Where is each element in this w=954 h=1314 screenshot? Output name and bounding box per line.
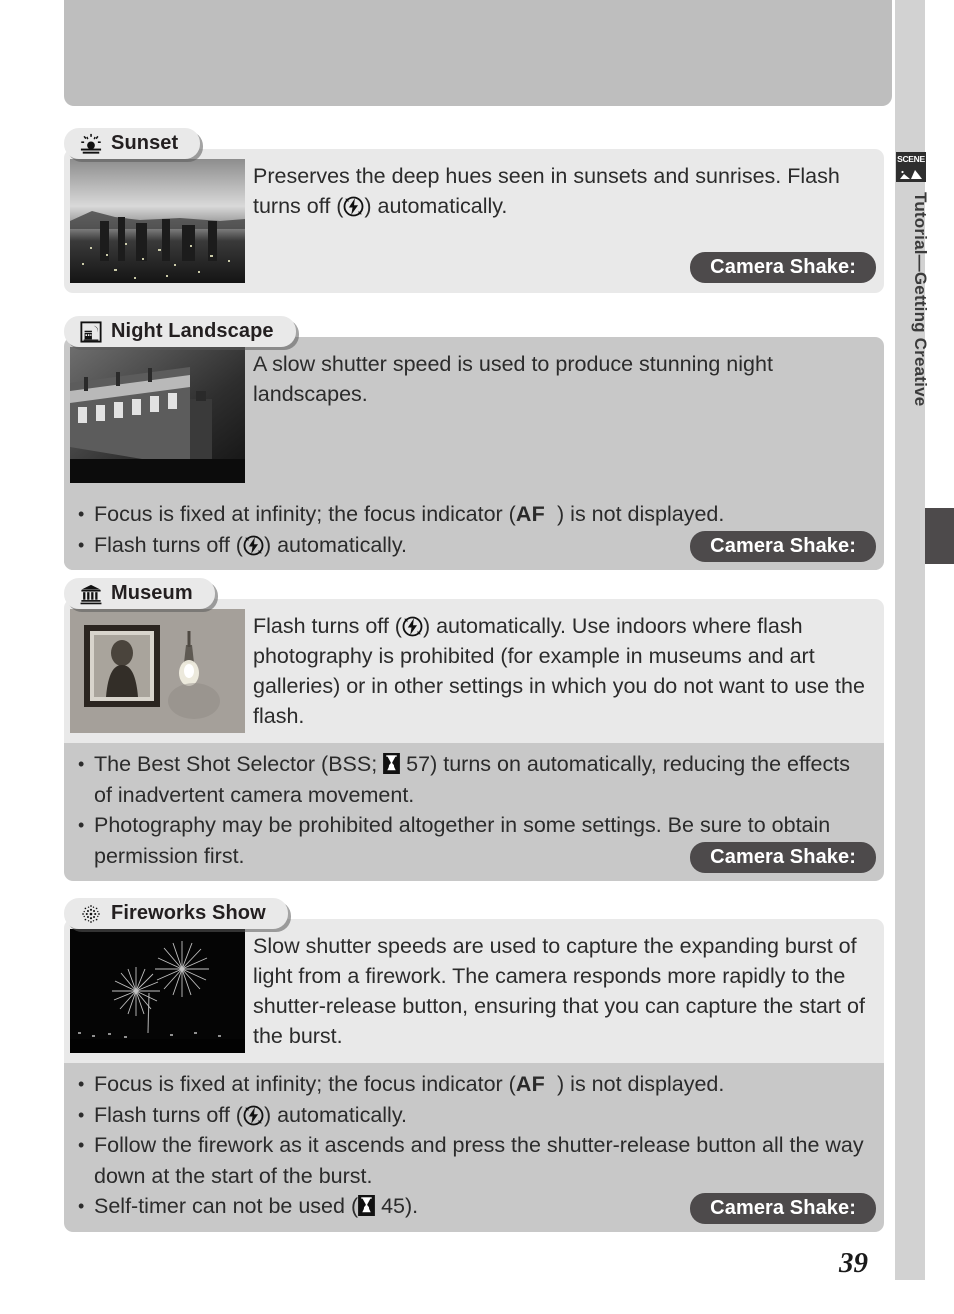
sunset-icon	[80, 133, 102, 154]
bullet-item: Flash turns off ( ) automatically.	[76, 1100, 872, 1131]
text-run: ) automatically.	[263, 1102, 407, 1127]
section-title: Museum	[111, 582, 193, 604]
museum-icon	[80, 584, 102, 604]
section-panel: A slow shutter speed is used to produce …	[64, 337, 884, 570]
section-title: Sunset	[111, 132, 179, 154]
page-number: 39	[839, 1247, 868, 1279]
section-thumbnail	[70, 159, 245, 283]
thumbnail-image	[70, 609, 245, 733]
description-row: Flash turns off ( ) automatically. Use i…	[64, 599, 884, 743]
fireworks-icon	[82, 904, 100, 923]
section-thumbnail	[70, 929, 245, 1053]
text-run: Focus is fixed at infinity; the focus in…	[94, 1072, 516, 1096]
section-header: Night Landscape	[64, 316, 884, 351]
bullet-item: Focus is fixed at infinity; the focus in…	[76, 499, 872, 530]
night-landscape-icon	[80, 320, 102, 343]
scene-mode-section-museum: Museum Flash turns off () automatically…	[64, 578, 884, 881]
section-thumbnail	[70, 609, 245, 733]
scene-mode-section-night-landscape: Night Landscape A slow shutter speed is …	[64, 316, 884, 570]
camera-shake-badge[interactable]: Camera Shake:	[690, 531, 876, 562]
night-landscape-icon	[80, 320, 102, 343]
side-tab-label: Tutorial—Getting Creative	[911, 192, 930, 407]
section-header-pill[interactable]: Museum	[64, 578, 215, 609]
museum-icon	[80, 583, 102, 605]
top-gray-block	[64, 0, 892, 106]
sunset-icon	[80, 133, 102, 155]
bullet-item: The Best Shot Selector (BSS; 57) turns o…	[76, 749, 872, 810]
scene-mode-icon: SCENE	[896, 152, 926, 182]
text-run: Self-timer can not be used (	[94, 1194, 359, 1218]
scene-icon-word: SCENE	[897, 154, 925, 164]
text-run: Flash turns off (	[253, 614, 402, 638]
page-reference-icon	[358, 1195, 376, 1216]
text-run: ) is not displayed.	[545, 1072, 725, 1096]
thumbnail-image	[70, 929, 245, 1053]
section-header: Museum	[64, 578, 884, 613]
flash-off-icon	[402, 616, 423, 637]
flash-off-icon	[343, 196, 364, 217]
description-row: A slow shutter speed is used to produce …	[64, 337, 884, 493]
flash-off-icon	[243, 535, 264, 555]
text-run: Flash turns off (	[94, 1102, 243, 1127]
section-header-pill[interactable]: Fireworks Show	[64, 898, 288, 929]
camera-shake-badge[interactable]: Camera Shake:	[690, 252, 876, 283]
text-run: Follow the firework as it ascends and pr…	[94, 1133, 864, 1188]
text-run: ) automatically.	[364, 194, 508, 218]
description-row: Slow shutter speeds are used to capture …	[64, 919, 884, 1063]
notes-block: Focus is fixed at infinity; the focus in…	[64, 493, 884, 570]
bullet-item: Follow the firework as it ascends and pr…	[76, 1130, 872, 1191]
text-run: Flash turns off (	[94, 532, 243, 557]
text-run: A slow shutter speed is used to produce …	[253, 352, 773, 406]
section-thumbnail	[70, 347, 245, 483]
section-panel: Preserves the deep hues seen in sunsets …	[64, 149, 884, 293]
af-indicator-label: AF	[515, 1072, 546, 1096]
scene-icon-landscape-graphic	[900, 170, 922, 179]
text-run: 45).	[375, 1194, 419, 1218]
section-panel: Slow shutter speeds are used to capture …	[64, 919, 884, 1232]
page-reference-icon	[383, 753, 401, 774]
scene-mode-section-sunset: Sunset Preserves the deep hues seen in s…	[64, 128, 884, 293]
flash-off-icon	[243, 1105, 264, 1125]
section-panel: Flash turns off ( ) automatically. Use i…	[64, 599, 884, 881]
camera-shake-badge[interactable]: Camera Shake:	[690, 842, 876, 873]
section-description: Preserves the deep hues seen in sunsets …	[253, 159, 872, 221]
scene-mode-section-fireworks-show: Fireworks Show Slow shutter speeds are u…	[64, 898, 884, 1232]
thumbnail-image	[70, 347, 245, 483]
section-description: A slow shutter speed is used to produce …	[253, 347, 872, 409]
af-indicator-label: AF	[515, 502, 546, 526]
side-tab: SCENE Tutorial—Getting Creative	[880, 0, 954, 1280]
section-title: Fireworks Show	[111, 902, 266, 924]
text-run: ) automatically.	[263, 532, 407, 557]
text-run: Slow shutter speeds are used to capture …	[253, 934, 865, 1048]
fireworks-icon	[80, 903, 102, 925]
notes-block: Focus is fixed at infinity; the focus in…	[64, 1063, 884, 1232]
section-header: Fireworks Show	[64, 898, 884, 933]
text-run: ) is not displayed.	[545, 502, 725, 526]
section-description: Flash turns off ( ) automatically. Use i…	[253, 609, 872, 731]
section-header-pill[interactable]: Night Landscape	[64, 316, 296, 347]
notes-block: The Best Shot Selector (BSS; 57) turns o…	[64, 743, 884, 881]
text-run: Preserves the deep hues seen in sunsets …	[253, 164, 840, 218]
bullet-item: Focus is fixed at infinity; the focus in…	[76, 1069, 872, 1100]
side-tab-active-marker	[925, 508, 954, 564]
text-run: The Best Shot Selector (BSS;	[94, 752, 384, 776]
text-run: Focus is fixed at infinity; the focus in…	[94, 502, 516, 526]
thumbnail-image	[70, 159, 245, 283]
manual-page: SCENE Tutorial—Getting Creative Sunset P…	[0, 0, 954, 1314]
section-header-pill[interactable]: Sunset	[64, 128, 201, 159]
camera-shake-badge[interactable]: Camera Shake:	[690, 1192, 876, 1224]
section-header: Sunset	[64, 128, 884, 163]
section-description: Slow shutter speeds are used to capture …	[253, 929, 872, 1051]
section-title: Night Landscape	[111, 320, 274, 342]
